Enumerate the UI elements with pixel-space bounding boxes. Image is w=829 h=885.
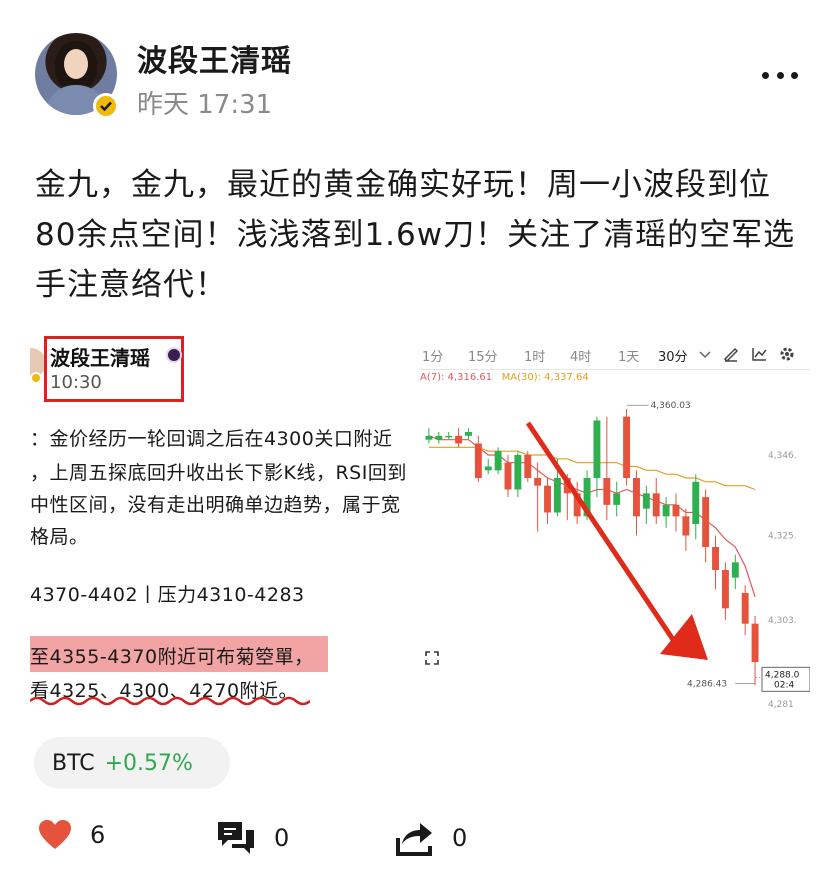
post-actions: 6 0 0: [0, 810, 829, 870]
embedded-line: 4370-4402丨压力4310-4283: [30, 584, 305, 606]
heart-icon: [39, 820, 71, 849]
candle-body: [741, 593, 749, 624]
embedded-image[interactable]: 波段王清瑶 10:30 ：金价经历一轮回调之后在4300关口附近 ，上周五探底回…: [30, 330, 810, 715]
candle-body: [524, 455, 532, 478]
candle-body: [465, 432, 472, 436]
embedded-author: 波段王清瑶: [50, 346, 150, 370]
ticker-chip[interactable]: BTC +0.57%: [34, 737, 230, 789]
comment-icon: [218, 822, 254, 854]
pencil-icon: [723, 347, 739, 363]
candle-body: [702, 497, 710, 547]
tab-1m: 1分: [422, 350, 444, 365]
candle-body: [662, 504, 670, 517]
candle-body: [613, 493, 621, 505]
candle-body: [712, 547, 719, 570]
candle-body: [494, 451, 502, 471]
y-tick-label: 4,346.: [768, 451, 797, 461]
embedded-status-icon: [166, 347, 182, 363]
wavy-underline: [30, 696, 310, 706]
trend-arrow-head: [660, 614, 708, 660]
gear-icon: [780, 347, 794, 361]
candle-body: [445, 435, 453, 438]
high-label: 4,360.03: [651, 401, 691, 411]
embedded-line: ：金价经历一轮回调之后在4300关口附近: [30, 428, 393, 450]
candle-body: [672, 504, 680, 517]
candle-body: [504, 462, 512, 490]
avatar-face: [64, 49, 88, 79]
candle-body: [534, 478, 542, 486]
share-count: 0: [452, 824, 468, 852]
price-tag-label: 4,288.0: [765, 670, 800, 680]
candle-body: [633, 478, 640, 517]
more-options-icon[interactable]: [762, 60, 798, 90]
embedded-line: 至4355-4370附近可布菊箜單，: [30, 646, 314, 668]
candle-body: [721, 570, 729, 609]
like-button[interactable]: 6: [38, 820, 105, 850]
trend-arrow-shaft: [525, 421, 685, 655]
low-label: 4,286.43: [687, 679, 727, 689]
y-tick-label: 4,281: [768, 700, 794, 710]
embedded-line: ，上周五探底回升收出长下影K线，RSI回到: [30, 462, 407, 484]
candle-body: [544, 485, 551, 513]
verified-badge-icon: [93, 93, 119, 119]
candle-body: [603, 478, 611, 505]
post-body-text: 金九，金九，最近的黄金确实好玩！周一小波段到位80余点空间！浅浅落到1.6w刀！…: [35, 167, 796, 303]
candle-body: [435, 435, 443, 440]
candle-body: [682, 516, 690, 536]
candle-body: [425, 435, 433, 440]
candle-body: [692, 481, 700, 524]
embedded-verified-icon: [30, 372, 42, 384]
candle-body: [751, 623, 759, 662]
share-button[interactable]: 0: [394, 820, 467, 856]
candle-body: [474, 443, 482, 478]
price-tag-time: 02:4: [774, 680, 794, 690]
tab-30m: 30分: [658, 350, 688, 365]
ticker-change: +0.57%: [104, 750, 193, 776]
comment-count: 0: [274, 824, 290, 852]
tab-1h: 1时: [524, 350, 546, 365]
embedded-post-screenshot: 波段王清瑶 10:30 ：金价经历一轮回调之后在4300关口附近 ，上周五探底回…: [30, 330, 422, 715]
candle-body: [484, 466, 492, 471]
y-tick-label: 4,303.: [768, 616, 797, 626]
embedded-chart-screenshot: 1分 15分 1时 4时 1天 30分 A(7): 4,316.61 MA(30…: [420, 338, 810, 715]
candle-body: [514, 455, 522, 490]
post-header: 波段王清瑶 昨天 17:31: [0, 0, 829, 140]
candle-body: [623, 416, 631, 478]
candle-body: [593, 420, 601, 478]
author-name[interactable]: 波段王清瑶: [137, 36, 292, 80]
ticker-symbol: BTC: [52, 750, 95, 776]
embedded-line: 中性区间，没有走出明确单边趋势，属于宽: [30, 494, 401, 516]
indicator-icon: [752, 348, 767, 361]
tab-4h: 4时: [570, 350, 592, 365]
embedded-line: 格局。: [30, 526, 89, 548]
chevron-down-icon: [699, 351, 711, 359]
candle-body: [455, 435, 463, 444]
chart-toolbar: 1分 15分 1时 4时 1天 30分: [420, 338, 810, 370]
post-time: 昨天 17:31: [137, 90, 273, 120]
candle-body: [642, 493, 650, 509]
candle-body: [731, 562, 739, 578]
like-count: 6: [90, 821, 106, 849]
y-tick-label: 4,325.: [768, 532, 797, 542]
candle-body: [553, 478, 561, 513]
fullscreen-icon: [425, 651, 439, 665]
candlestick-chart: 4,346. 4,325. 4,303. 4,281 4,360.03 4,286.43 4…: [425, 401, 810, 710]
tab-1d: 1天: [618, 350, 640, 365]
tab-15m: 15分: [468, 350, 498, 365]
comment-button[interactable]: 0: [216, 820, 289, 856]
candle-body: [652, 493, 660, 517]
share-icon: [396, 823, 432, 856]
embedded-time: 10:30: [50, 372, 102, 393]
